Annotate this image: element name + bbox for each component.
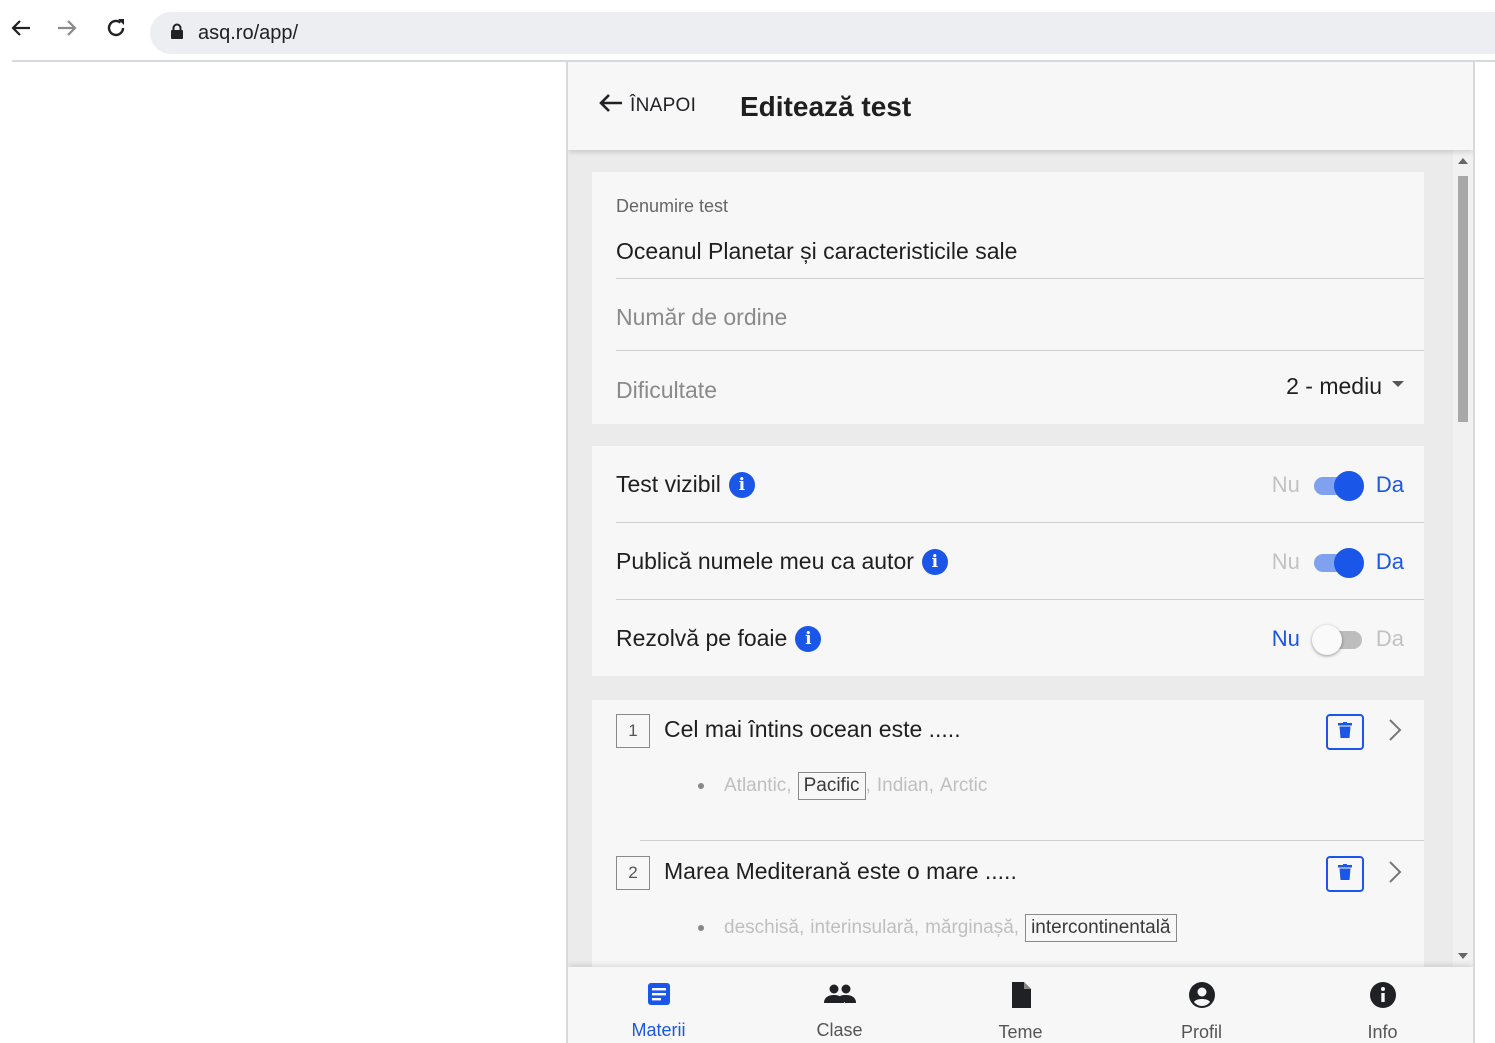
back-arrow-icon[interactable] xyxy=(10,17,32,39)
delete-button[interactable] xyxy=(1326,714,1364,750)
divider xyxy=(616,350,1424,351)
difficulty-label: Dificultate xyxy=(616,377,717,403)
info-icon[interactable]: i xyxy=(728,471,755,498)
chevron-right-icon[interactable] xyxy=(1388,860,1402,889)
nav-item-info[interactable]: Info xyxy=(1292,967,1473,1043)
delete-button[interactable] xyxy=(1326,856,1364,892)
content-scroll-area[interactable]: Denumire test Oceanul Planetar și caract… xyxy=(568,150,1473,967)
account-icon xyxy=(1188,981,1216,1014)
answer-option: Arctic xyxy=(939,775,988,796)
toggle-label: Test vizibil xyxy=(616,471,721,497)
toggle-off-label: Nu xyxy=(1271,471,1300,497)
people-icon xyxy=(823,981,857,1012)
toggle-on-label: Da xyxy=(1375,625,1404,651)
nav-label: Materii xyxy=(631,1020,686,1040)
answer-option: Atlantic xyxy=(724,775,787,796)
settings-card: Test vizibil i Nu Da Publică numele meu … xyxy=(592,446,1424,676)
question-item[interactable]: 2 Marea Mediterană este o mare ..... des… xyxy=(616,842,1424,967)
toggle-row-paper: Rezolvă pe foaie i Nu Da xyxy=(616,600,1424,677)
nav-item-teme[interactable]: Teme xyxy=(930,967,1111,1043)
toggle-switch[interactable] xyxy=(1312,547,1364,578)
lock-icon xyxy=(170,23,184,44)
answer-option: mărginașă xyxy=(925,917,1014,938)
toggle-on-label: Da xyxy=(1375,548,1404,574)
answer-option: Indian xyxy=(876,775,929,796)
scrollbar-thumb[interactable] xyxy=(1458,176,1468,422)
app-window: ÎNAPOI Editează test Denumire test Ocean… xyxy=(566,62,1475,1043)
toggle-label: Publică numele meu ca autor xyxy=(616,548,914,574)
correct-answer: intercontinentală xyxy=(1025,914,1177,942)
toggle-switch[interactable] xyxy=(1311,624,1364,655)
answer-list: deschisă, interinsulară, mărginașă, inte… xyxy=(698,914,1177,942)
question-number: 2 xyxy=(616,856,650,890)
answer-list: Atlantic, Pacific, Indian, Arctic xyxy=(698,772,987,800)
bullet xyxy=(698,783,704,789)
difficulty-value: 2 - mediu xyxy=(1286,373,1382,399)
app-header: ÎNAPOI Editează test xyxy=(568,62,1473,150)
toggle-off-label: Nu xyxy=(1271,548,1300,574)
toggle-off-label: Nu xyxy=(1271,625,1300,651)
toggle-row-author: Publică numele meu ca autor i Nu Da xyxy=(616,523,1424,600)
book-icon xyxy=(646,981,672,1012)
address-bar[interactable]: asq.ro/app/ xyxy=(150,12,1495,54)
question-text: Cel mai întins ocean este ..... xyxy=(664,716,961,742)
divider xyxy=(616,278,1424,279)
page-title: Editează test xyxy=(740,91,912,122)
forward-arrow-icon[interactable] xyxy=(56,17,78,39)
bullet xyxy=(698,925,704,931)
reload-icon[interactable] xyxy=(105,17,127,39)
nav-label: Teme xyxy=(998,1022,1043,1042)
arrow-left-icon xyxy=(598,92,624,119)
toggle-label: Rezolvă pe foaie xyxy=(616,625,788,651)
test-name-label: Denumire test xyxy=(616,196,729,216)
question-text: Marea Mediterană este o mare ..... xyxy=(664,858,1017,884)
url-text: asq.ro/app/ xyxy=(198,21,299,44)
file-icon xyxy=(1010,981,1032,1014)
info-circle-icon xyxy=(1369,981,1397,1014)
author-toggle[interactable]: Nu Da xyxy=(1272,523,1404,600)
question-number: 1 xyxy=(616,714,650,748)
info-icon[interactable]: i xyxy=(795,625,822,652)
caret-down-icon xyxy=(1392,380,1404,387)
chevron-right-icon[interactable] xyxy=(1388,718,1402,747)
visible-toggle[interactable]: Nu Da xyxy=(1272,446,1404,523)
question-item[interactable]: 1 Cel mai întins ocean este ..... Atlant… xyxy=(616,700,1424,842)
nav-label: Profil xyxy=(1180,1022,1222,1042)
nav-item-materii[interactable]: Materii xyxy=(568,967,749,1043)
bottom-navigation: Materii Clase Teme Profil Info xyxy=(568,967,1473,1043)
test-details-card: Denumire test Oceanul Planetar și caract… xyxy=(592,172,1424,424)
answer-option: deschisă xyxy=(724,917,799,938)
back-button[interactable]: ÎNAPOI xyxy=(598,92,696,119)
test-name-input[interactable]: Oceanul Planetar și caracteristicile sal… xyxy=(616,238,1017,265)
correct-answer: Pacific xyxy=(797,772,866,800)
nav-label: Clase xyxy=(816,1020,863,1040)
info-icon[interactable]: i xyxy=(921,548,948,575)
scroll-down-arrow[interactable] xyxy=(1458,953,1468,959)
difficulty-select[interactable]: 2 - mediu xyxy=(1286,373,1404,400)
nav-item-profil[interactable]: Profil xyxy=(1111,967,1292,1043)
answer-option: interinsulară xyxy=(810,917,914,938)
nav-label: Info xyxy=(1367,1022,1398,1042)
scroll-up-arrow[interactable] xyxy=(1458,158,1468,164)
back-label: ÎNAPOI xyxy=(630,94,697,116)
order-number-input[interactable]: Număr de ordine xyxy=(616,304,787,331)
toggle-switch[interactable] xyxy=(1312,470,1364,501)
paper-toggle[interactable]: Nu Da xyxy=(1272,600,1404,677)
scrollbar[interactable] xyxy=(1453,150,1473,967)
nav-item-clase[interactable]: Clase xyxy=(749,967,930,1043)
trash-icon xyxy=(1338,721,1352,743)
toggle-row-visible: Test vizibil i Nu Da xyxy=(616,446,1424,523)
browser-toolbar: asq.ro/app/ xyxy=(0,0,1495,62)
trash-icon xyxy=(1338,863,1352,885)
questions-card: 1 Cel mai întins ocean este ..... Atlant… xyxy=(592,700,1424,967)
toggle-on-label: Da xyxy=(1375,471,1404,497)
divider xyxy=(640,840,1424,841)
